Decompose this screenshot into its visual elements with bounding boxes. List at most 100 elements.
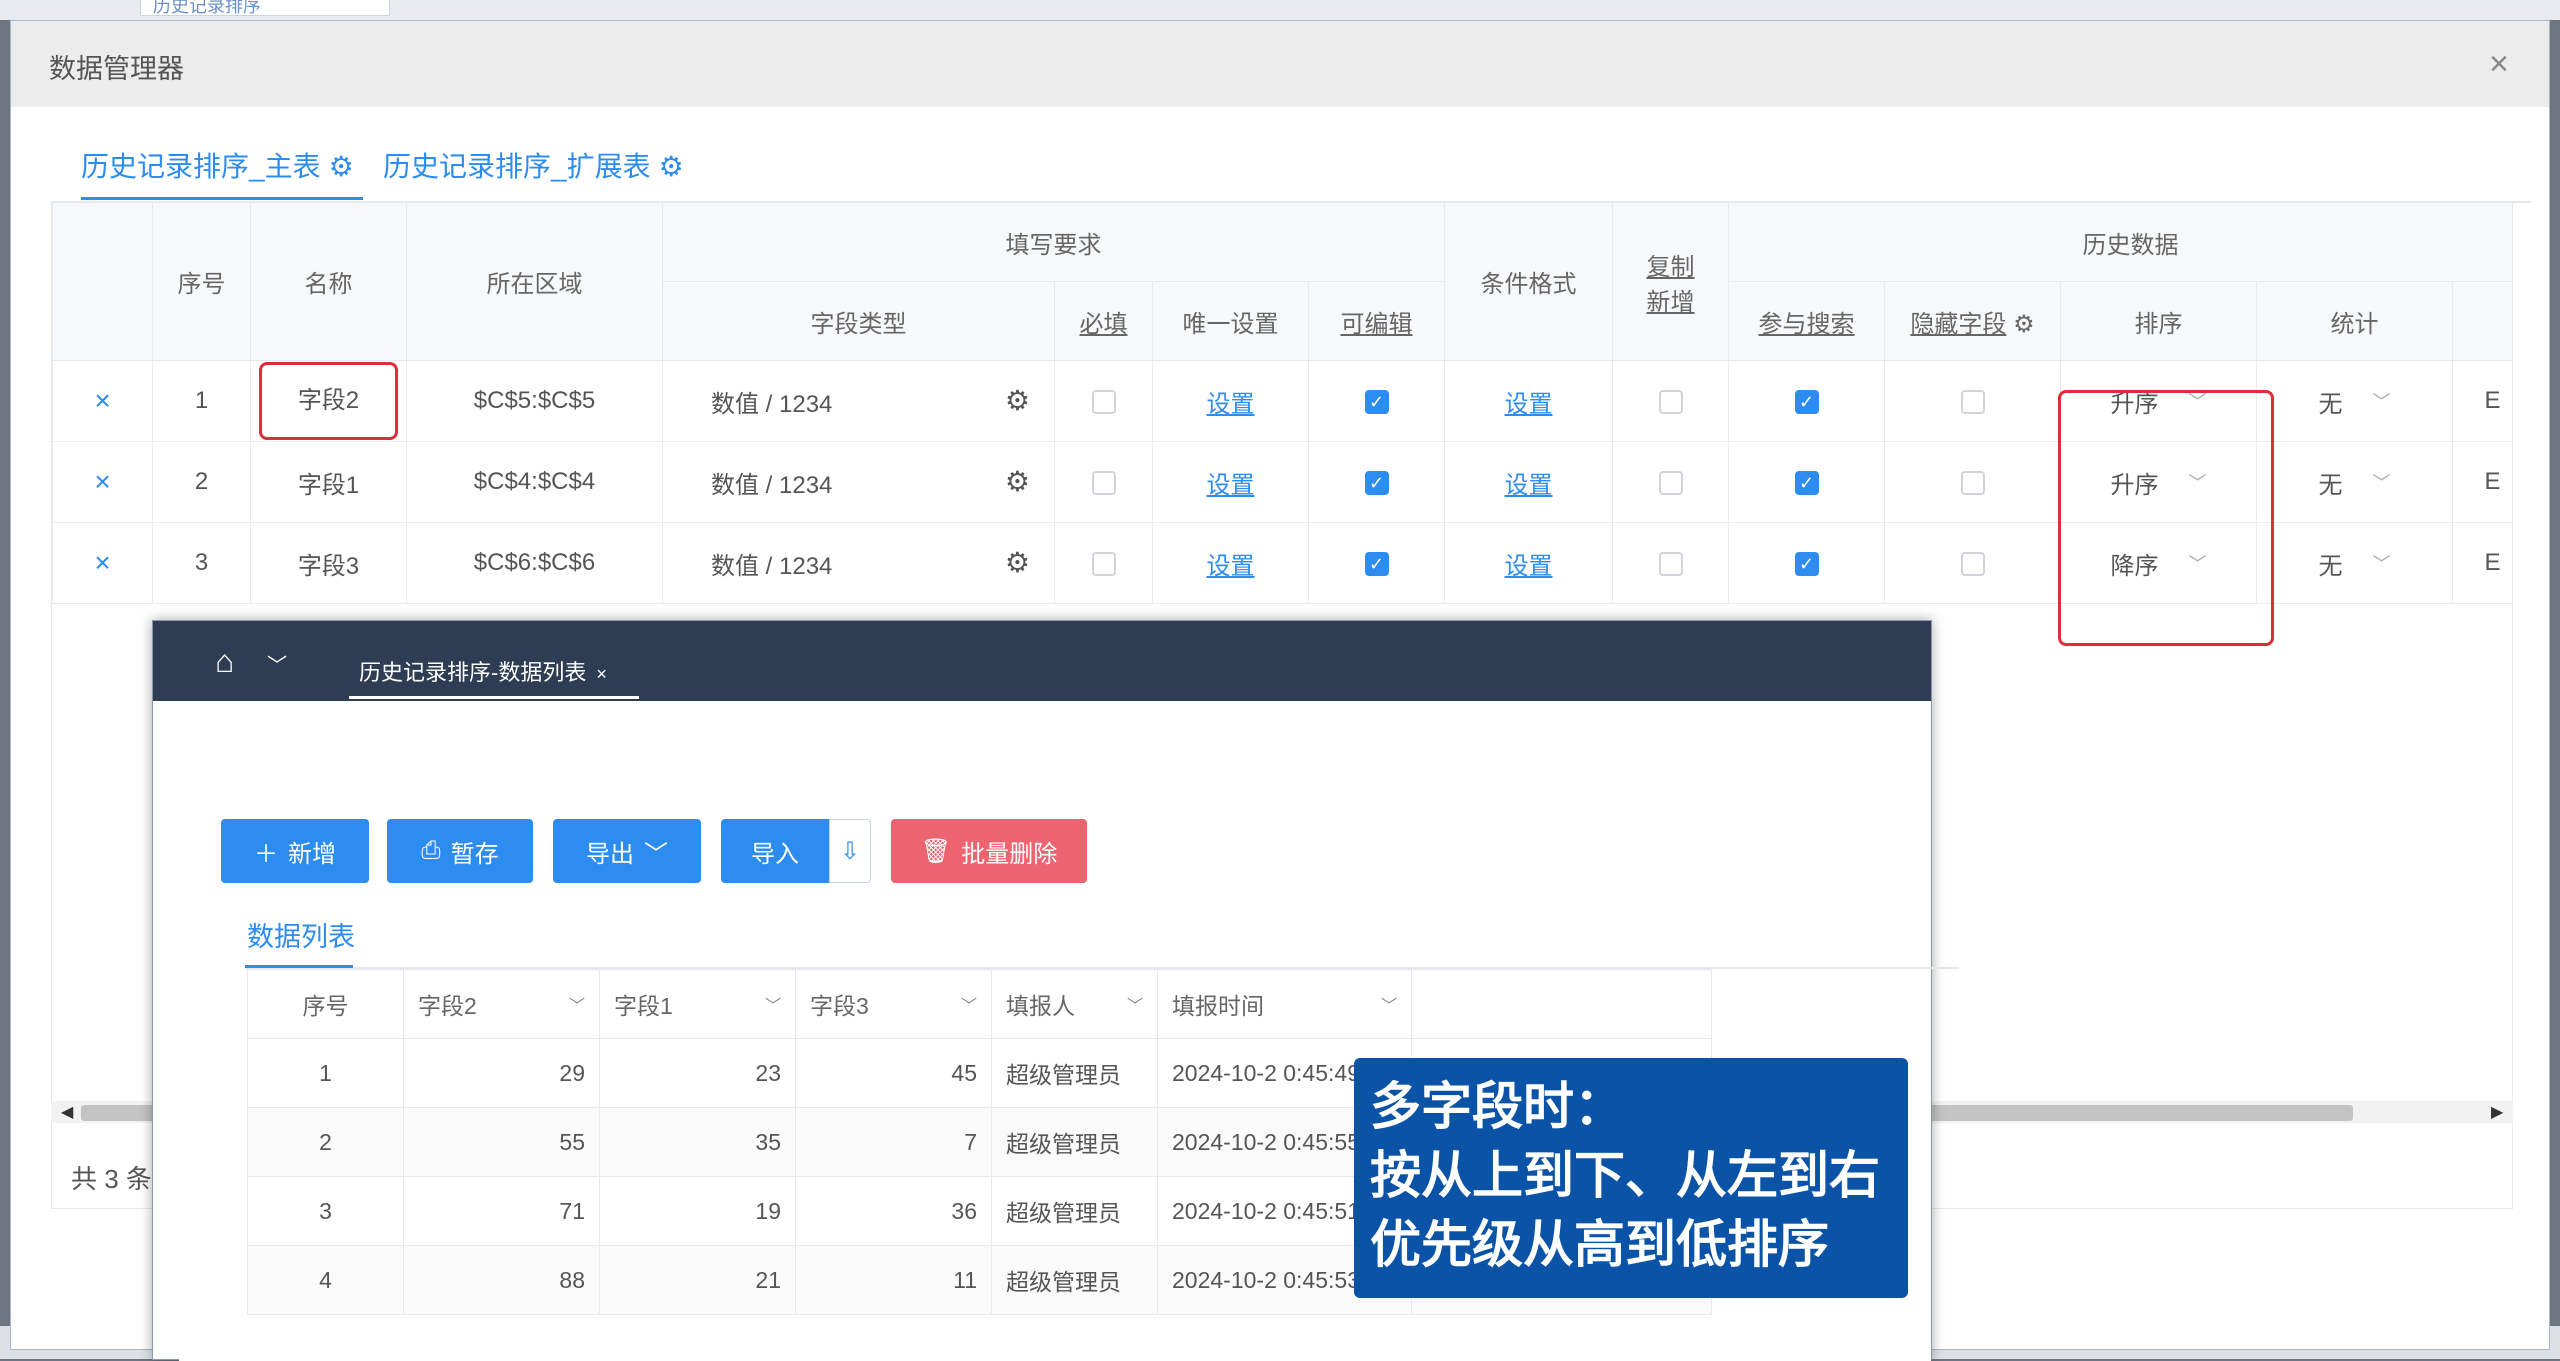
chevron-down-icon[interactable]: ﹀ [267, 649, 287, 678]
required-checkbox[interactable] [1091, 470, 1116, 495]
export-button[interactable]: 导出 ﹀ [553, 819, 701, 883]
row-type-cell[interactable]: 数值 / 1234 ⚙ [662, 360, 1055, 442]
save-draft-label: 暂存 [450, 840, 499, 868]
row-name[interactable]: 字段1 [250, 441, 407, 523]
plus-icon: ＋ [254, 840, 278, 868]
row-type-cell[interactable]: 数值 / 1234 ⚙ [662, 522, 1055, 604]
sort-column-highlight [2058, 390, 2274, 646]
cell-field1: 19 [599, 1176, 796, 1246]
file-download-icon: ⇩ [839, 837, 861, 865]
required-checkbox[interactable] [1091, 389, 1116, 414]
inbox-icon: ⎙ [421, 837, 441, 864]
chevron-down-icon[interactable]: ﹀ [1127, 992, 1143, 1016]
chevron-down-icon: ﹀ [2372, 554, 2391, 574]
highlight-box: 字段2 [259, 362, 398, 440]
chevron-down-icon[interactable]: ﹀ [765, 992, 781, 1016]
stat-select[interactable]: 无 ﹀ [2256, 360, 2453, 442]
close-tab-icon[interactable]: × [596, 664, 607, 684]
batch-delete-button[interactable]: 🗑 批量删除 [891, 819, 1087, 883]
header-editable[interactable]: 可编辑 [1308, 281, 1445, 361]
gear-icon[interactable]: ⚙ [1005, 384, 1030, 419]
gear-icon[interactable]: ⚙ [1005, 546, 1030, 581]
column-header-field2[interactable]: 字段2 ﹀ [403, 969, 600, 1039]
header-name: 名称 [250, 202, 407, 361]
chevron-down-icon[interactable]: ﹀ [1381, 992, 1397, 1016]
cell-reporter: 超级管理员 [991, 1107, 1158, 1177]
stat-value: 无 [2318, 390, 2343, 418]
close-icon[interactable]: × [2489, 47, 2509, 81]
cond-format-link[interactable]: 设置 [1505, 472, 1553, 499]
copy-add-checkbox[interactable] [1658, 470, 1683, 495]
search-checkbox[interactable]: ✓ [1794, 470, 1819, 495]
unique-settings-link[interactable]: 设置 [1207, 553, 1255, 580]
column-header-reporter[interactable]: 填报人 ﹀ [991, 969, 1158, 1039]
stat-select[interactable]: 无 ﹀ [2256, 441, 2453, 523]
column-header-field3[interactable]: 字段3 ﹀ [795, 969, 992, 1039]
header-unique: 唯一设置 [1152, 281, 1309, 361]
scroll-left-icon[interactable]: ◀ [61, 1102, 73, 1122]
header-hidden-field[interactable]: 隐藏字段 ⚙ [1884, 281, 2061, 361]
unique-settings-link[interactable]: 设置 [1207, 472, 1255, 499]
chevron-down-icon: ﹀ [644, 840, 668, 868]
tab-main-table[interactable]: 历史记录排序_主表 ⚙ [81, 145, 354, 185]
row-type-cell[interactable]: 数值 / 1234 ⚙ [662, 441, 1055, 523]
stat-select[interactable]: 无 ﹀ [2256, 522, 2453, 604]
tab-data-list-sub[interactable]: 数据列表 [247, 915, 355, 954]
gear-icon[interactable]: ⚙ [2013, 311, 2035, 338]
editable-checkbox[interactable]: ✓ [1364, 389, 1389, 414]
search-checkbox[interactable]: ✓ [1794, 551, 1819, 576]
header-search[interactable]: 参与搜索 [1728, 281, 1885, 361]
editable-checkbox[interactable]: ✓ [1364, 470, 1389, 495]
row-name-cell[interactable]: 字段2 [250, 360, 407, 442]
delete-row-icon[interactable]: × [94, 385, 110, 416]
cell-field2: 88 [403, 1245, 600, 1315]
hidden-field-checkbox[interactable] [1960, 389, 1985, 414]
search-checkbox[interactable]: ✓ [1794, 389, 1819, 414]
scroll-right-icon[interactable]: ▶ [2491, 1102, 2503, 1122]
copy-add-checkbox[interactable] [1658, 551, 1683, 576]
background-tab[interactable]: 历史记录排序 [140, 0, 390, 16]
chevron-down-icon[interactable]: ﹀ [569, 992, 585, 1016]
row-seq: 2 [152, 441, 251, 523]
delete-row-icon[interactable]: × [94, 466, 110, 497]
hidden-field-checkbox[interactable] [1960, 551, 1985, 576]
unique-settings-link[interactable]: 设置 [1207, 391, 1255, 418]
tab-extension-table[interactable]: 历史记录排序_扩展表 ⚙ [383, 145, 684, 185]
trash-icon: 🗑 [920, 837, 952, 865]
editable-checkbox[interactable]: ✓ [1364, 551, 1389, 576]
subtab-active-indicator [245, 965, 353, 968]
column-header-report-time[interactable]: 填报时间 ﹀ [1157, 969, 1412, 1039]
header-seq: 序号 [152, 202, 251, 361]
column-header-field1[interactable]: 字段1 ﹀ [599, 969, 796, 1039]
cond-format-link[interactable]: 设置 [1505, 553, 1553, 580]
cell-seq: 4 [247, 1245, 404, 1315]
row-name[interactable]: 字段3 [250, 522, 407, 604]
cell-field3: 11 [795, 1245, 992, 1315]
stat-value: 无 [2318, 471, 2343, 499]
chevron-down-icon[interactable]: ﹀ [961, 992, 977, 1016]
cell-reporter: 超级管理员 [991, 1038, 1158, 1108]
copy-add-checkbox[interactable] [1658, 389, 1683, 414]
gear-icon[interactable]: ⚙ [1005, 465, 1030, 500]
add-button[interactable]: ＋ 新增 [221, 819, 369, 883]
save-draft-button[interactable]: ⎙ 暂存 [387, 819, 533, 883]
import-button[interactable]: 导入 [721, 819, 829, 883]
required-checkbox[interactable] [1091, 551, 1116, 576]
gear-icon[interactable]: ⚙ [329, 150, 354, 183]
cell-field3: 45 [795, 1038, 992, 1108]
row-seq: 1 [152, 360, 251, 442]
delete-row-icon[interactable]: × [94, 547, 110, 578]
gear-icon[interactable]: ⚙ [659, 150, 684, 183]
header-fill-requirements: 填写要求 [662, 202, 1445, 282]
header-required[interactable]: 必填 [1054, 281, 1153, 361]
header-copy-add[interactable]: 复制 新增 [1612, 202, 1729, 361]
import-template-button[interactable]: ⇩ [829, 819, 871, 883]
overflow-cell: Ε [2451, 522, 2512, 604]
hidden-field-checkbox[interactable] [1960, 470, 1985, 495]
header-history-data: 历史数据 [1727, 202, 2512, 282]
cell-reporter: 超级管理员 [991, 1176, 1158, 1246]
cond-format-link[interactable]: 设置 [1505, 391, 1553, 418]
cell-field2: 29 [403, 1038, 600, 1108]
home-icon[interactable]: ⌂ [215, 643, 234, 680]
tab-data-list[interactable]: 历史记录排序-数据列表 × [349, 655, 639, 699]
